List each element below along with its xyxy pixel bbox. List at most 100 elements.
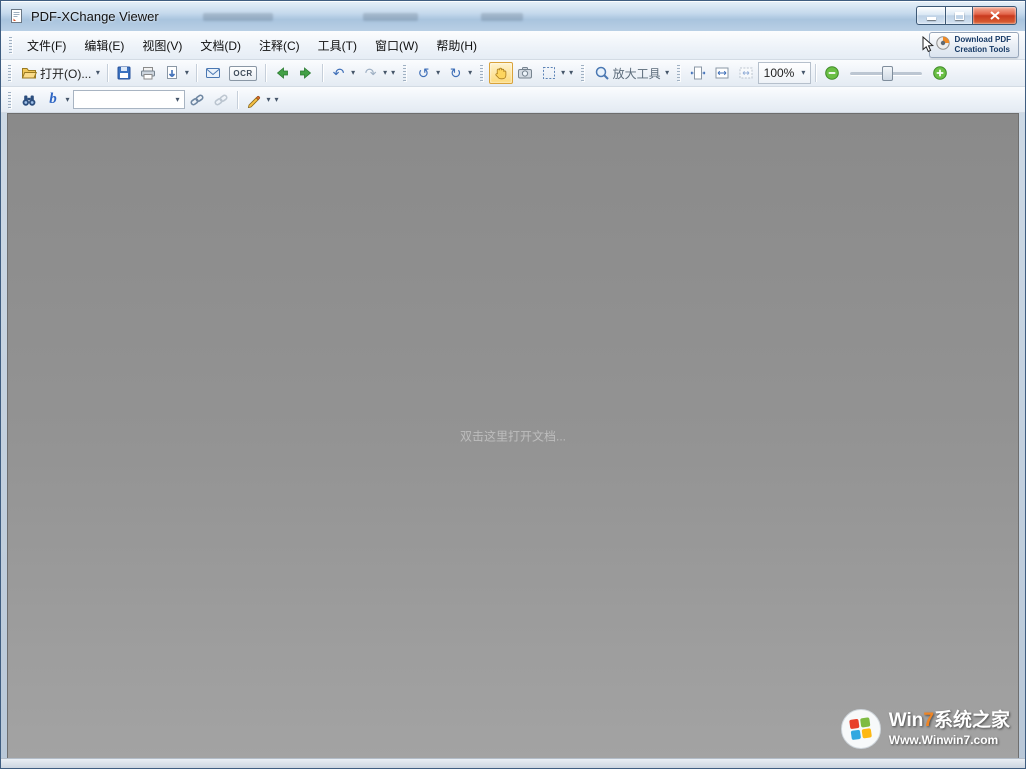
- watermark-site: Www.Winwin7.com: [889, 733, 1010, 747]
- toolbar-grip[interactable]: [677, 65, 680, 81]
- promo-label: Download PDF Creation Tools: [955, 35, 1011, 55]
- menu-item-edit[interactable]: 编辑(E): [75, 33, 133, 58]
- zoom-slider[interactable]: [850, 64, 922, 82]
- chevron-down-icon: ▾: [665, 69, 669, 77]
- menu-item-window[interactable]: 窗口(W): [366, 33, 427, 58]
- save-button[interactable]: [112, 62, 136, 84]
- chevron-down-icon: ▾: [185, 69, 189, 77]
- binoculars-icon: [21, 92, 37, 108]
- menu-item-comments[interactable]: 注释(C): [250, 33, 309, 58]
- toolbar-separator: [815, 64, 816, 82]
- menu-item-help[interactable]: 帮助(H): [427, 33, 486, 58]
- previous-view-button[interactable]: [270, 62, 294, 84]
- fit-width-button[interactable]: [710, 62, 734, 84]
- snapshot-tool-button[interactable]: [513, 62, 537, 84]
- toolbar-grip[interactable]: [581, 65, 584, 81]
- forward-arrow-icon: [298, 65, 314, 81]
- search-provider-icon: b: [49, 92, 57, 107]
- next-view-button[interactable]: [294, 62, 318, 84]
- zoom-tool-dropdown-button[interactable]: ▾: [662, 62, 673, 84]
- rotate-ccw-icon: ↺: [418, 66, 430, 80]
- link-tool-button[interactable]: [185, 89, 209, 111]
- back-arrow-icon: [274, 65, 290, 81]
- rotate-cw-dropdown-button[interactable]: ▾: [465, 62, 476, 84]
- email-icon: [205, 65, 221, 81]
- maximize-button[interactable]: [945, 6, 972, 25]
- toolbar-overflow-button[interactable]: ▾: [388, 62, 399, 84]
- zoom-tool-label: 放大工具: [613, 65, 661, 82]
- toolbar-separator: [196, 64, 197, 82]
- toolbar-grip[interactable]: [8, 92, 11, 108]
- menu-bar: 文件(F) 编辑(E) 视图(V) 文档(D) 注释(C) 工具(T) 窗口(W…: [1, 31, 1025, 60]
- toolbar-grip[interactable]: [8, 65, 11, 81]
- pdf-xchange-logo-icon: [9, 8, 25, 24]
- chevron-down-icon: ▾: [468, 69, 472, 77]
- toolbar-separator: [265, 64, 266, 82]
- zoom-level-combobox[interactable]: 100% ▾: [758, 62, 812, 84]
- download-pdf-tools-button[interactable]: Download PDF Creation Tools: [929, 32, 1019, 58]
- search-input[interactable]: [74, 93, 171, 107]
- watermark-brand: Win7系统之家: [889, 711, 1010, 732]
- open-document-hint: 双击这里打开文档...: [460, 428, 566, 445]
- app-window: PDF-XChange Viewer 文件(F) 编辑(E) 视图(V) 文档(…: [0, 0, 1026, 769]
- overflow-chevron-icon: ▾: [391, 69, 395, 77]
- watermark-brand-win: Win: [889, 710, 924, 731]
- rotate-ccw-dropdown-button[interactable]: ▾: [433, 62, 444, 84]
- selection-icon: [541, 65, 557, 81]
- hand-tool-button[interactable]: [489, 62, 513, 84]
- email-button[interactable]: [201, 62, 225, 84]
- chain-link-icon: [213, 92, 229, 108]
- minimize-icon: [927, 17, 936, 20]
- print-button[interactable]: [136, 62, 160, 84]
- chevron-down-icon: ▾: [801, 69, 805, 77]
- chevron-down-icon: ▾: [561, 69, 565, 77]
- document-area[interactable]: 双击这里打开文档... Win7系统之家 Www.Winwin7.com: [7, 113, 1019, 759]
- open-dropdown-button[interactable]: ▾: [92, 62, 103, 84]
- zoom-tool-button[interactable]: 放大工具: [590, 62, 665, 84]
- close-button[interactable]: [972, 6, 1017, 25]
- zoom-out-button[interactable]: [820, 62, 844, 84]
- chevron-down-icon: ▾: [96, 69, 100, 77]
- toolbar-overflow-button[interactable]: ▾: [566, 62, 577, 84]
- menu-item-view[interactable]: 视图(V): [133, 33, 191, 58]
- save-icon: [116, 65, 132, 81]
- promo-label-line2: Creation Tools: [955, 45, 1011, 55]
- search-provider-dropdown-button[interactable]: ▾: [62, 89, 73, 111]
- zoom-slider-thumb[interactable]: [882, 66, 893, 81]
- open-button[interactable]: 打开(O)...: [17, 62, 95, 84]
- chain-link-icon: [189, 92, 205, 108]
- rotate-cw-icon: ↻: [450, 66, 462, 80]
- menu-item-tools[interactable]: 工具(T): [309, 33, 366, 58]
- fit-page-icon: [690, 65, 706, 81]
- search-combobox[interactable]: ▾: [73, 90, 185, 109]
- fit-page-button[interactable]: [686, 62, 710, 84]
- zoom-level-value: 100%: [764, 66, 795, 80]
- find-toolbar-overflow-button[interactable]: ▾: [271, 89, 282, 111]
- overflow-chevron-icon: ▾: [569, 69, 573, 77]
- magnifier-icon: [594, 65, 610, 81]
- minimize-button[interactable]: [916, 6, 945, 25]
- fit-visible-icon: [738, 65, 754, 81]
- toolbar-separator: [107, 64, 108, 82]
- titlebar[interactable]: PDF-XChange Viewer: [1, 1, 1025, 31]
- watermark: Win7系统之家 Www.Winwin7.com: [840, 708, 1010, 750]
- fit-visible-button[interactable]: [734, 62, 758, 84]
- search-history-dropdown-button[interactable]: ▾: [171, 96, 184, 104]
- toolbar-grip[interactable]: [480, 65, 483, 81]
- find-button[interactable]: [17, 89, 41, 111]
- menu-item-file[interactable]: 文件(F): [18, 33, 75, 58]
- undo-dropdown-button[interactable]: ▾: [348, 62, 359, 84]
- ocr-button[interactable]: OCR: [225, 62, 260, 84]
- overflow-chevron-icon: ▾: [274, 96, 278, 104]
- document-frame: 双击这里打开文档... Win7系统之家 Www.Winwin7.com: [1, 113, 1025, 759]
- windows-flag-logo: [840, 708, 882, 750]
- maximize-icon: [955, 12, 964, 20]
- quad-link-tool-button[interactable]: [209, 89, 233, 111]
- toolbar-grip[interactable]: [403, 65, 406, 81]
- close-icon: [990, 11, 1000, 20]
- fit-width-icon: [714, 65, 730, 81]
- export-dropdown-button[interactable]: ▾: [181, 62, 192, 84]
- menubar-grip[interactable]: [9, 37, 12, 53]
- zoom-in-button[interactable]: [928, 62, 952, 84]
- menu-item-document[interactable]: 文档(D): [191, 33, 250, 58]
